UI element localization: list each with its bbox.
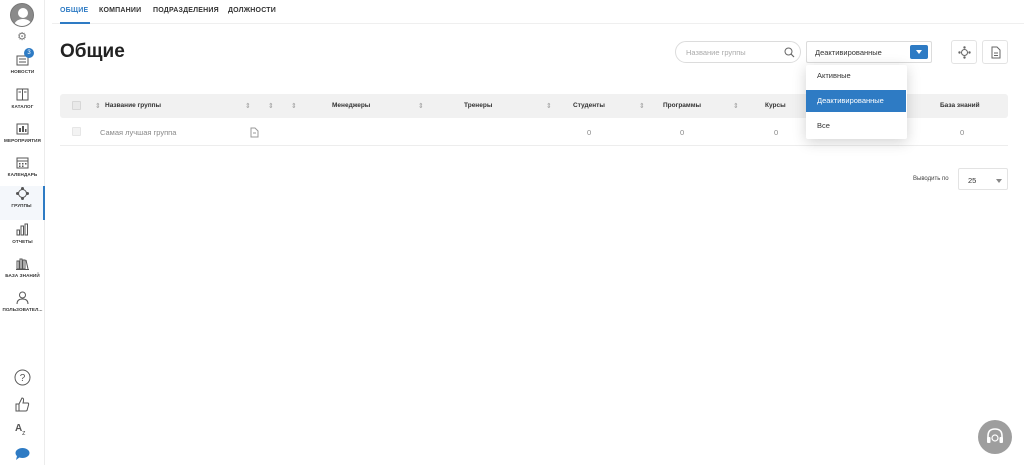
sort-icon[interactable]: ⇕	[291, 102, 297, 110]
knowledge-base-icon	[15, 256, 30, 271]
search-box	[675, 41, 801, 63]
column-header-knowledge-base[interactable]: База знаний	[940, 102, 980, 109]
dropdown-option-active[interactable]: Активные	[806, 65, 907, 87]
sort-icon[interactable]: ⇕	[639, 102, 645, 110]
chat-icon[interactable]	[14, 444, 31, 461]
headset-icon	[987, 428, 1003, 443]
avatar-head-shape	[18, 8, 28, 18]
sidebar: ⚙ 3 НОВОСТИ КАТАЛОГ МЕРОПРИЯТИЯ КАЛЕНДАР…	[0, 0, 45, 465]
sort-icon[interactable]: ⇕	[268, 102, 274, 110]
column-header-students[interactable]: Студенты	[573, 102, 605, 109]
per-page-label: Выводить по	[913, 176, 949, 182]
sidebar-item-knowledge-base[interactable]: БАЗА ЗНАНИЙ	[0, 256, 45, 290]
column-header-trainers[interactable]: Тренеры	[464, 102, 492, 109]
chevron-down-icon	[996, 179, 1002, 183]
groups-icon	[15, 186, 30, 201]
tab-companies[interactable]: КОМПАНИИ	[99, 7, 141, 14]
sidebar-item-label: ГРУППЫ	[11, 203, 32, 208]
select-all-checkbox[interactable]	[72, 101, 81, 110]
sidebar-item-groups[interactable]: ГРУППЫ	[0, 186, 45, 220]
sort-icon[interactable]: ⇕	[418, 102, 424, 110]
sidebar-item-catalog[interactable]: КАТАЛОГ	[0, 87, 45, 121]
document-icon	[991, 46, 1001, 59]
sidebar-item-label: НОВОСТИ	[10, 69, 35, 74]
avatar-body-shape	[14, 19, 32, 26]
dropdown-option-deactivated[interactable]: Деактивированные	[806, 90, 906, 112]
sidebar-item-reports[interactable]: ОТЧЕТЫ	[0, 222, 45, 256]
edit-document-icon[interactable]	[250, 127, 259, 138]
sidebar-item-events[interactable]: МЕРОПРИЯТИЯ	[0, 121, 45, 155]
reports-icon	[15, 222, 30, 237]
news-badge: 3	[24, 48, 34, 58]
search-input[interactable]	[686, 46, 776, 59]
dropdown-option-all[interactable]: Все	[806, 115, 907, 137]
sidebar-item-calendar[interactable]: КАЛЕНДАРЬ	[0, 155, 45, 189]
users-icon	[15, 290, 30, 305]
column-header-programs[interactable]: Программы	[663, 102, 701, 109]
knowledge-count-cell: 0	[960, 128, 965, 137]
sidebar-item-label: КАТАЛОГ	[11, 104, 34, 109]
sidebar-item-label: БАЗА ЗНАНИЙ	[5, 273, 40, 278]
svg-text:z: z	[22, 430, 26, 437]
column-header-courses[interactable]: Курсы	[765, 102, 786, 109]
sidebar-item-label: КАЛЕНДАРЬ	[7, 172, 38, 177]
sort-icon[interactable]: ⇕	[245, 102, 251, 110]
sidebar-item-users[interactable]: ПОЛЬЗОВАТЕЛ...	[0, 290, 45, 324]
group-settings-icon	[958, 46, 971, 59]
avatar[interactable]	[10, 3, 34, 27]
status-filter-select[interactable]: Деактивированные	[806, 41, 932, 63]
sidebar-item-label: ОТЧЕТЫ	[12, 239, 33, 244]
thumbs-up-icon[interactable]	[14, 396, 31, 413]
per-page-value: 25	[968, 176, 977, 185]
status-filter-dropdown: Активные Деактивированные Все	[806, 65, 907, 139]
help-icon[interactable]: ?	[14, 369, 31, 386]
translate-icon[interactable]: Az	[14, 420, 31, 437]
tab-departments[interactable]: ПОДРАЗДЕЛЕНИЯ	[153, 7, 219, 14]
per-page-select[interactable]: 25	[958, 168, 1008, 190]
search-icon[interactable]	[784, 47, 795, 58]
sort-icon[interactable]: ⇕	[733, 102, 739, 110]
support-chat-button[interactable]	[978, 420, 1012, 454]
catalog-icon	[15, 87, 30, 102]
calendar-icon	[15, 155, 30, 170]
tab-general[interactable]: ОБЩИЕ	[60, 7, 88, 14]
courses-count-cell: 0	[774, 128, 779, 137]
gear-icon[interactable]: ⚙	[16, 31, 28, 43]
export-button[interactable]	[982, 40, 1008, 64]
sidebar-item-news[interactable]: 3 НОВОСТИ	[0, 48, 45, 86]
group-settings-button[interactable]	[951, 40, 977, 64]
row-checkbox[interactable]	[72, 127, 81, 136]
column-header-managers[interactable]: Менеджеры	[332, 102, 370, 109]
active-tab-underline	[60, 22, 90, 24]
events-icon	[15, 121, 30, 136]
group-name-cell[interactable]: Самая лучшая группа	[100, 128, 176, 137]
status-filter-value: Деактивированные	[815, 48, 882, 57]
sort-icon[interactable]: ⇕	[546, 102, 552, 110]
tab-positions[interactable]: ДОЛЖНОСТИ	[228, 7, 276, 14]
chevron-down-icon[interactable]	[910, 45, 928, 59]
tab-bar: ОБЩИЕ КОМПАНИИ ПОДРАЗДЕЛЕНИЯ ДОЛЖНОСТИ	[52, 0, 1024, 24]
sort-icon[interactable]: ⇕	[95, 102, 101, 110]
svg-text:?: ?	[20, 373, 26, 384]
programs-count-cell: 0	[680, 128, 685, 137]
page-title: Общие	[60, 41, 125, 62]
students-count-cell: 0	[587, 128, 592, 137]
sidebar-item-label: ПОЛЬЗОВАТЕЛ...	[2, 307, 43, 312]
sidebar-item-label: МЕРОПРИЯТИЯ	[4, 138, 41, 143]
column-header-name[interactable]: Название группы	[105, 102, 161, 109]
